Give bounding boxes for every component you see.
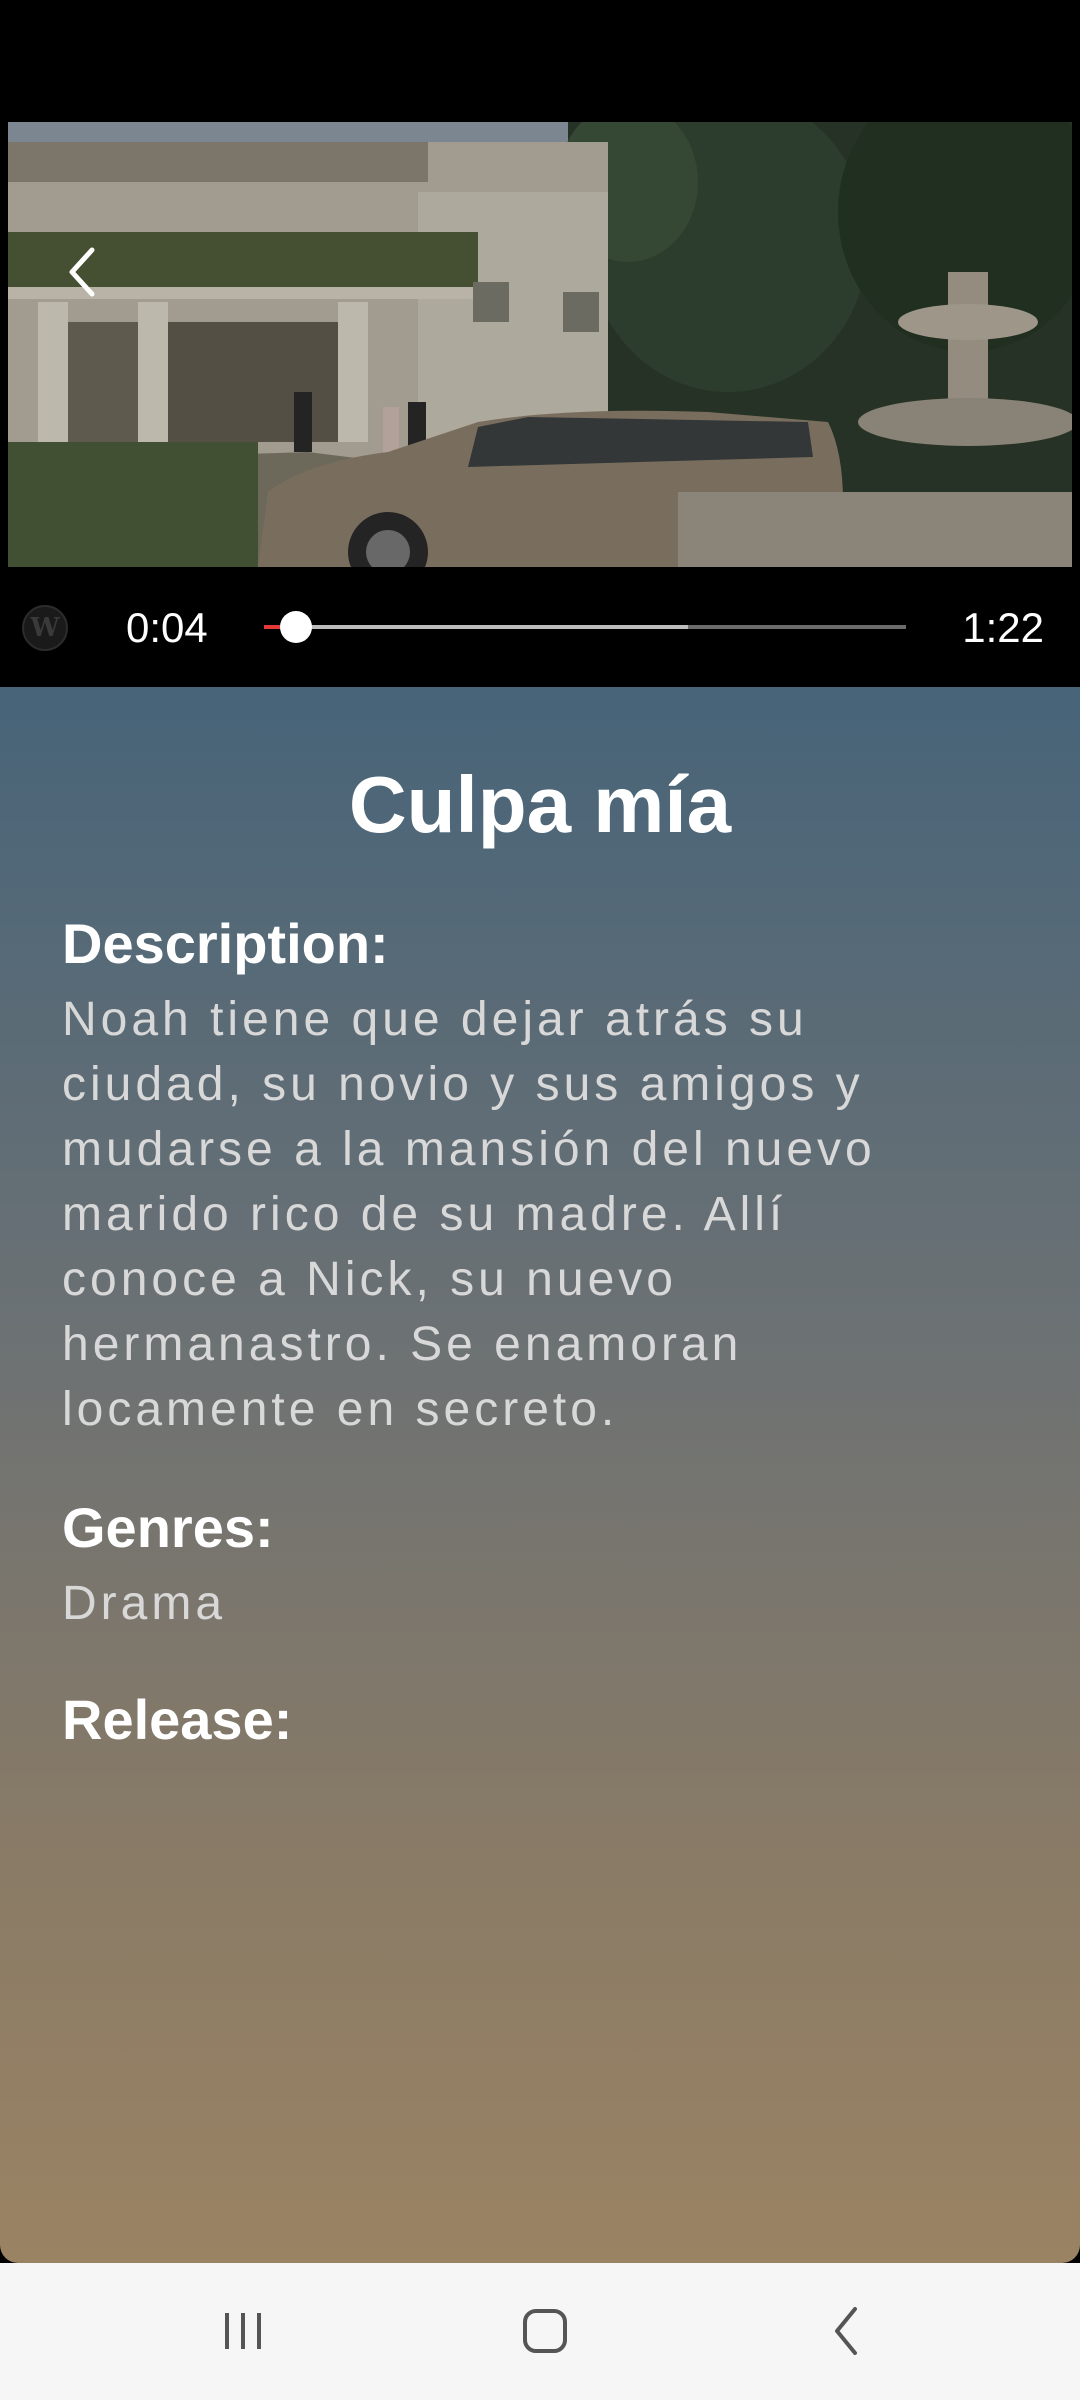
total-time: 1:22 — [962, 604, 1044, 651]
seek-bar[interactable] — [264, 611, 906, 643]
status-bar — [0, 0, 1080, 122]
genres-label: Genres: — [62, 1496, 274, 1559]
movie-title: Culpa mía — [348, 760, 732, 849]
system-nav-bar — [0, 2263, 1080, 2400]
description-text: Noah tiene que dejar atrás su ciudad, su… — [62, 993, 876, 1436]
description-label: Description: — [62, 912, 389, 975]
seek-thumb[interactable] — [280, 611, 313, 643]
release-label: Release: — [62, 1688, 293, 1751]
genres-text: Drama — [62, 1577, 227, 1630]
channel-logo-icon: W — [22, 605, 68, 651]
current-time: 0:04 — [126, 604, 208, 651]
video-frame[interactable] — [8, 122, 1072, 567]
player-controls: W 0:04 1:22 — [0, 567, 1080, 687]
video-player[interactable] — [0, 122, 1080, 567]
recents-icon[interactable] — [198, 2291, 288, 2371]
chevron-left-icon[interactable] — [60, 242, 110, 302]
back-icon[interactable] — [802, 2291, 892, 2371]
seek-buffered — [264, 625, 688, 629]
home-icon[interactable] — [500, 2291, 590, 2371]
movie-details: Culpa mía Description: Noah tiene que de… — [0, 687, 1080, 2263]
